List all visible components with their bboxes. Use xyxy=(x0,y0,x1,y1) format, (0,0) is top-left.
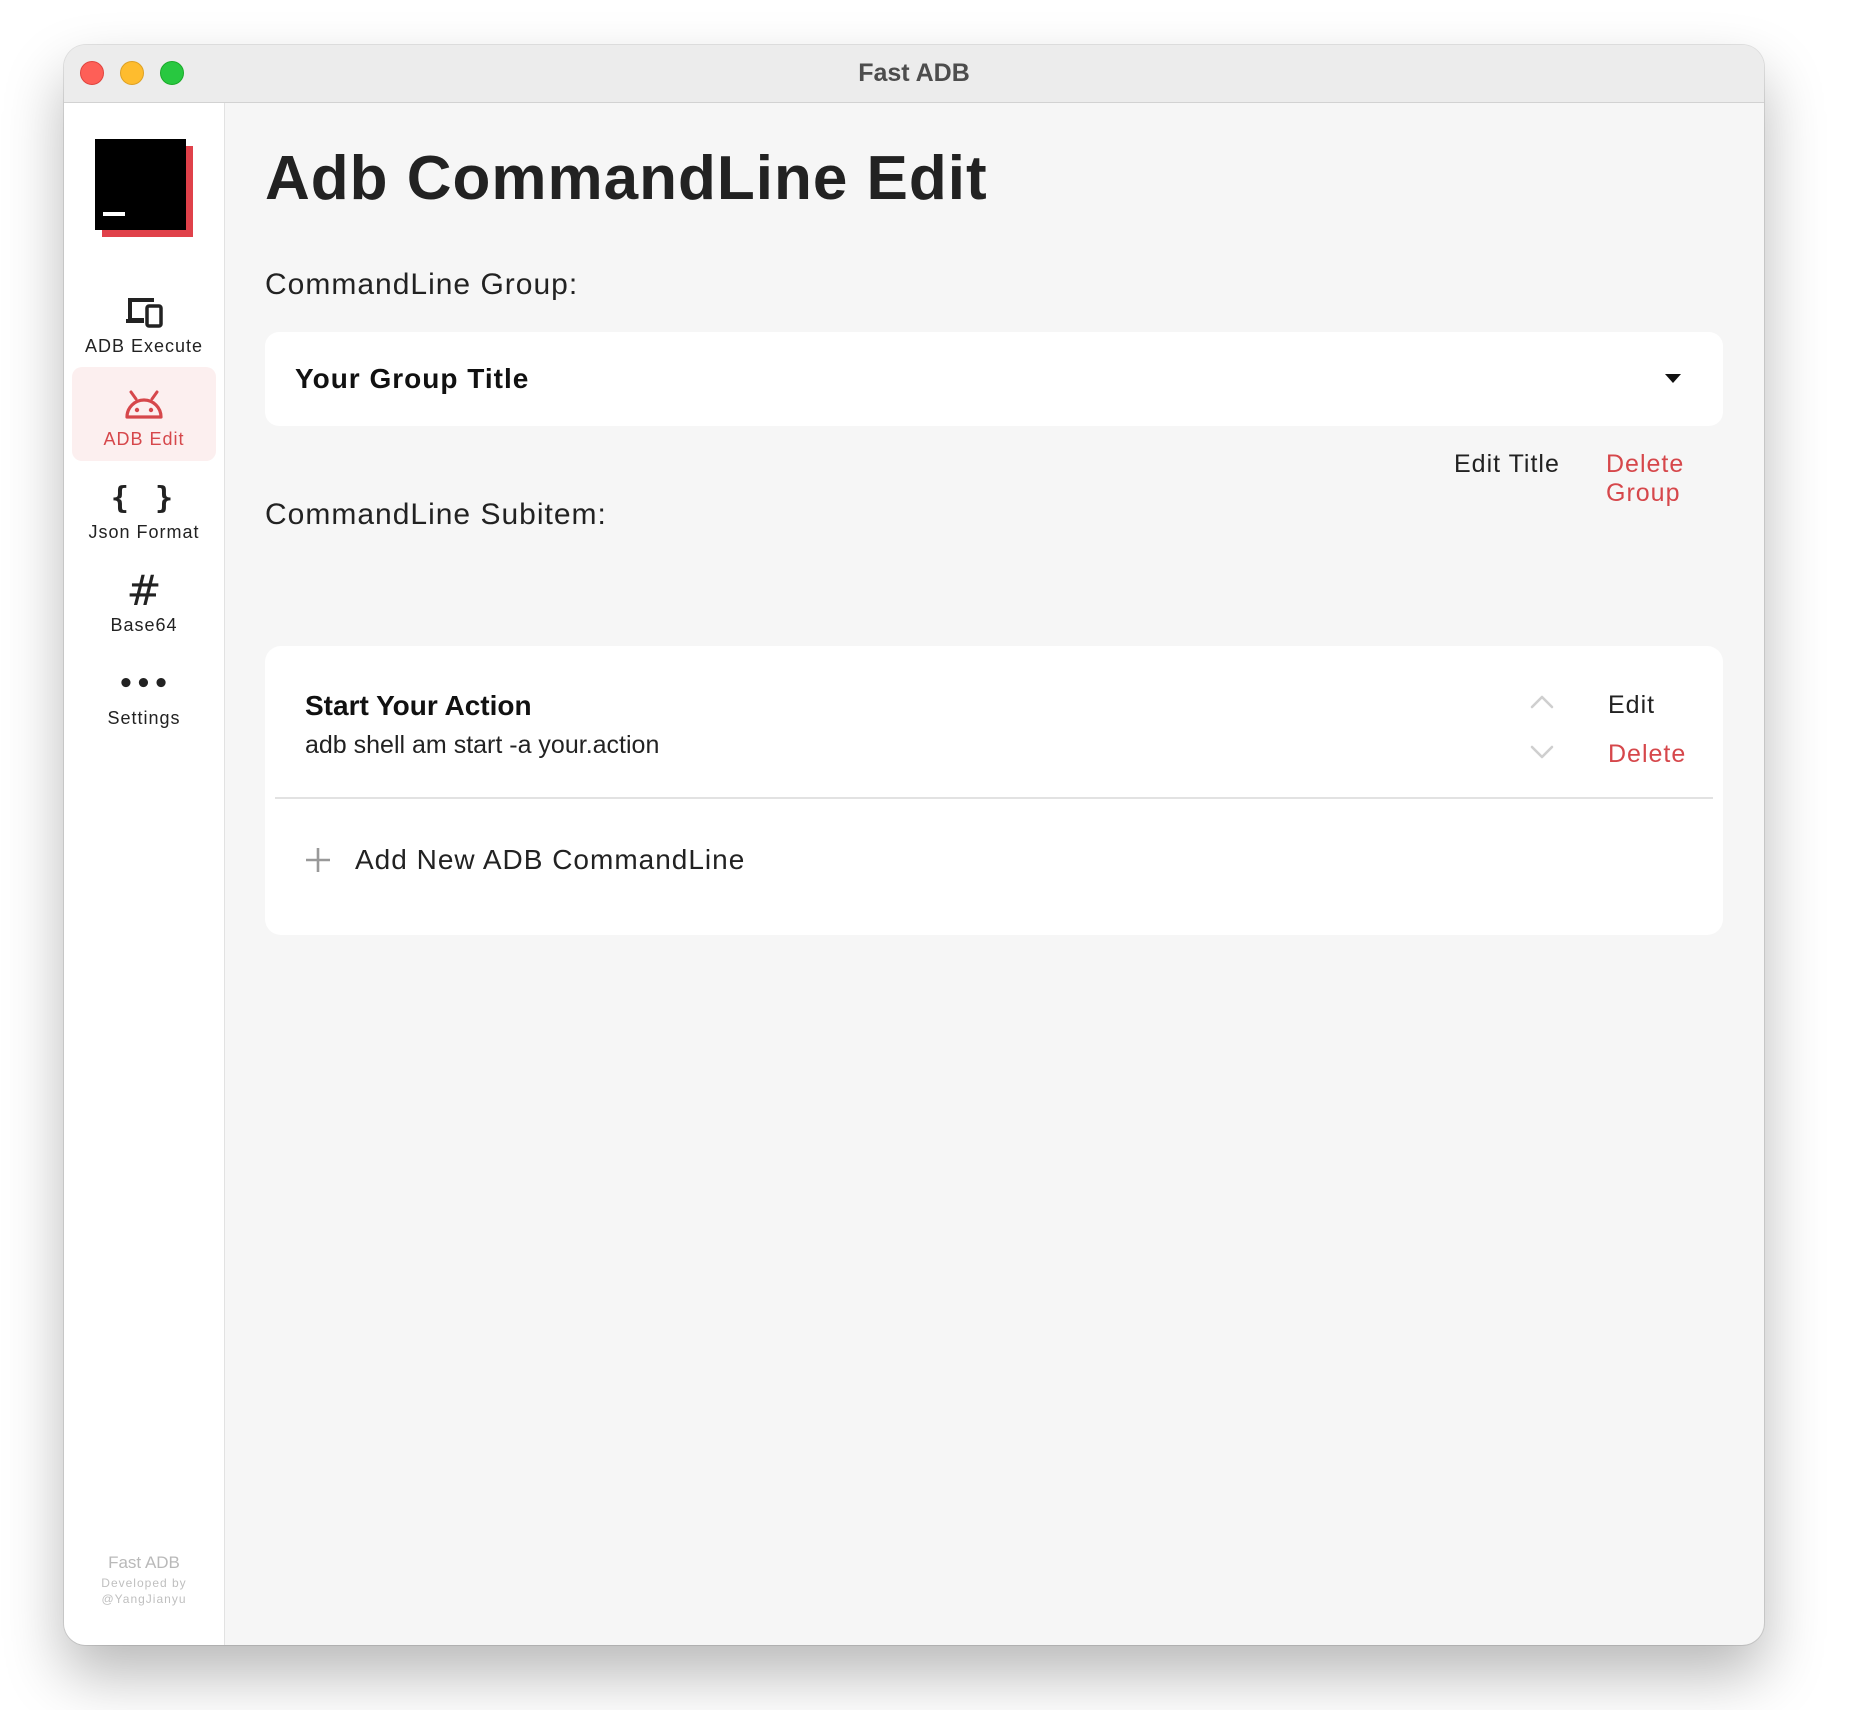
add-commandline-label: Add New ADB CommandLine xyxy=(355,844,746,875)
footer-credit-line: Developed by xyxy=(101,1576,187,1590)
chevron-up-icon xyxy=(1530,695,1554,709)
page-title: Adb CommandLine Edit xyxy=(265,144,988,213)
footer-credit: Developed by @YangJianyu xyxy=(64,1575,224,1607)
subitem-card: Start Your Action adb shell am start -a … xyxy=(265,646,1723,935)
subitem-command: adb shell am start -a your.action xyxy=(305,731,660,759)
sidebar-item-label: ADB Execute xyxy=(84,336,204,356)
sidebar-item-json-format[interactable]: { } Json Format xyxy=(72,460,216,554)
android-icon xyxy=(72,385,216,425)
sidebar: ADB Execute ADB Edit { } Json Format # B… xyxy=(64,103,225,1645)
footer-credit-line: @YangJianyu xyxy=(101,1592,187,1606)
title-bar: Fast ADB xyxy=(64,45,1764,103)
sidebar-item-label: ADB Edit xyxy=(103,429,185,449)
devices-icon xyxy=(72,292,216,332)
footer-app-name: Fast ADB xyxy=(108,1553,180,1572)
subitem-section-label: CommandLine Subitem: xyxy=(265,498,607,531)
plus-icon xyxy=(306,848,330,872)
delete-group-button[interactable]: Delete Group xyxy=(1606,450,1764,508)
sidebar-item-adb-execute[interactable]: ADB Execute xyxy=(72,274,216,368)
edit-title-button[interactable]: Edit Title xyxy=(1454,450,1560,479)
edit-subitem-button[interactable]: Edit xyxy=(1608,691,1655,720)
group-select-value: Your Group Title xyxy=(295,363,530,394)
more-icon: ••• xyxy=(117,669,171,699)
sidebar-item-label: Base64 xyxy=(110,615,178,635)
chevron-down-icon xyxy=(1530,745,1554,759)
app-window: Fast ADB ADB Execute ADB Edit {} Json F… xyxy=(64,45,1764,1645)
sidebar-item-label: Json Format xyxy=(88,522,200,542)
sidebar-item-base64[interactable]: # Base64 xyxy=(72,553,216,647)
group-section-label: CommandLine Group: xyxy=(265,268,579,301)
sidebar-item-adb-edit[interactable]: ADB Edit xyxy=(72,367,216,461)
caret-down-icon xyxy=(1665,374,1681,383)
move-up-button[interactable] xyxy=(1527,688,1557,718)
divider xyxy=(275,797,1713,799)
delete-subitem-button[interactable]: Delete xyxy=(1608,740,1686,769)
sidebar-item-label: Settings xyxy=(107,708,181,728)
group-select[interactable]: Your Group Title xyxy=(265,332,1723,426)
window-title: Fast ADB xyxy=(858,59,970,87)
braces-icon: { } xyxy=(110,480,178,516)
hash-icon: # xyxy=(126,566,162,615)
sidebar-item-settings[interactable]: ••• Settings xyxy=(72,646,216,740)
main-content: Adb CommandLine Edit CommandLine Group: … xyxy=(225,103,1764,1645)
move-down-button[interactable] xyxy=(1527,736,1557,766)
app-logo-icon xyxy=(95,139,193,237)
subitem-title: Start Your Action xyxy=(305,690,532,721)
